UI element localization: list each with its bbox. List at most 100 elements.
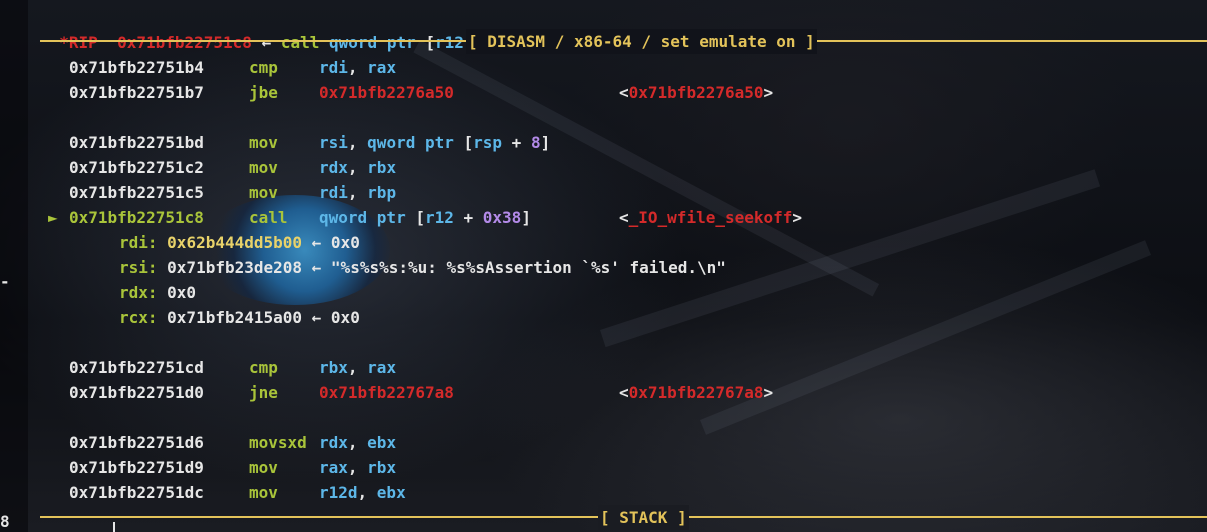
operand-part: < [619,208,629,227]
instruction-mnemonic: mov [249,483,278,502]
operand-part: rbx [367,158,397,177]
instruction-address: 0x71bfb22751b4 [69,58,204,77]
operand-part: [ [415,208,425,227]
argument-register: rsi: [119,258,158,277]
instruction-operands: qword ptr [r12 + 0x38] [319,205,531,230]
instruction-mnemonic: jne [249,383,278,402]
operand-part: rbp [367,183,397,202]
operand-part: _IO_wfile_seekoff [628,208,793,227]
operand-part: ebx [376,483,406,502]
branch-target-annotation: <0x71bfb2276a50> [619,80,773,105]
instruction-mnemonic: mov [249,183,278,202]
instruction-operands: rdi, rbp [319,180,396,205]
operand-part: rdi [319,183,348,202]
instruction-operands: rdx, ebx [319,430,396,455]
instruction-operands: rbx, rax [319,355,396,380]
operand-part: > [792,208,803,227]
operand-part: ] [521,208,531,227]
operand-part: qword ptr [319,208,416,227]
operand-part: < [619,383,629,402]
rip-ptr: qword ptr [329,33,416,52]
branch-target-annotation: <_IO_wfile_seekoff> [619,205,802,230]
instruction-mnemonic: jbe [249,83,278,102]
instruction-address: 0x71bfb22751d0 [69,383,204,402]
operand-part: rdx [319,433,348,452]
operand-part: ebx [367,433,397,452]
left-edge-dash: - [0,272,10,291]
rip-register: r12 [435,33,464,52]
instruction-mnemonic: mov [249,458,278,477]
instruction-address: 0x71bfb22751cd [69,358,204,377]
instruction-operands: rdi, rax [319,55,396,80]
operand-part: 0x0 [157,283,197,302]
instruction-mnemonic: mov [249,133,278,152]
instruction-mnemonic: call [249,208,288,227]
operand-part: rsp [473,133,503,152]
operand-part: > [763,83,774,102]
rip-line: *RIP 0x71bfb22751c8 ← call qword ptr [r1… [40,5,541,52]
operand-part: rsi [319,133,348,152]
operand-part: 0x62b444dd5b00 [167,233,303,252]
instruction-operands: rdx, rbx [319,155,396,180]
operand-part: qword ptr [367,133,464,152]
current-instruction-marker: ► [48,208,58,227]
argument-register: rcx: [119,308,158,327]
operand-part: rbx [367,458,397,477]
operand-part: , [357,483,377,502]
instruction-address: 0x71bfb22751c8 [69,208,204,227]
instruction-mnemonic: movsxd [249,433,307,452]
operand-part: + [502,133,531,152]
disasm-header: [ DISASM / x86-64 / set emulate on ] [466,29,817,54]
instruction-address: 0x71bfb22751c2 [69,158,204,177]
operand-part: , [347,58,368,77]
rip-mnemonic: call [280,33,320,52]
instruction-operands: r12d, ebx [319,480,406,505]
left-pane-edge [0,0,28,532]
operand-part: rdx [319,158,348,177]
operand-part: rax [319,458,348,477]
instruction-mnemonic: cmp [249,358,278,377]
operand-part: , [347,433,368,452]
operand-part: + [453,208,483,227]
operand-part: r12d [319,483,358,502]
operand-part: < [619,83,629,102]
left-edge-digit: 8 [0,512,10,531]
operand-part: 0x71bfb2276a50 [319,83,454,102]
operand-part: , [347,133,368,152]
instruction-address: 0x71bfb22751d9 [69,458,204,477]
operand-part: , [347,158,368,177]
operand-part: 0x71bfb2415a00 ← 0x0 [157,308,360,327]
operand-part: r12 [424,208,454,227]
instruction-address: 0x71bfb22751c5 [69,183,204,202]
operand-part: 0x71bfb23de208 ← "%s%s%s:%u: %s%sAsserti… [157,258,726,277]
operand-part: ← 0x0 [302,233,360,252]
call-argument-row: rcx: 0x71bfb2415a00 ← 0x0 [119,305,360,330]
operand-part [158,233,168,252]
operand-part: 8 [530,133,541,152]
argument-register: rdi: [119,233,158,252]
call-argument-row: rdx: 0x0 [119,280,196,305]
operand-part: ] [540,133,551,152]
instruction-address: 0x71bfb22751b7 [69,83,204,102]
call-argument-row: rdi: 0x62b444dd5b00 ← 0x0 [119,230,360,255]
operand-part: rax [367,358,397,377]
rip-arrow: ← [261,33,272,52]
stack-header: [ STACK ] [598,505,689,530]
instruction-mnemonic: mov [249,158,278,177]
instruction-address: 0x71bfb22751dc [69,483,204,502]
operand-part: , [347,183,368,202]
instruction-operands: rax, rbx [319,455,396,480]
instruction-operands: 0x71bfb2276a50 [319,80,454,105]
argument-register: rdx: [119,283,158,302]
instruction-mnemonic: cmp [249,58,278,77]
call-argument-row: rsi: 0x71bfb23de208 ← "%s%s%s:%u: %s%sAs… [119,255,726,280]
operand-part: [ [463,133,474,152]
rip-address: 0x71bfb22751c8 [117,33,252,52]
instruction-address: 0x71bfb22751bd [69,133,204,152]
operand-part: , [347,458,368,477]
operand-part: 0x71bfb22767a8 [628,383,764,402]
rip-bracket-open: [ [425,33,435,52]
operand-part: 0x38 [482,208,522,227]
operand-part: rax [367,58,397,77]
terminal-cursor [113,522,115,532]
